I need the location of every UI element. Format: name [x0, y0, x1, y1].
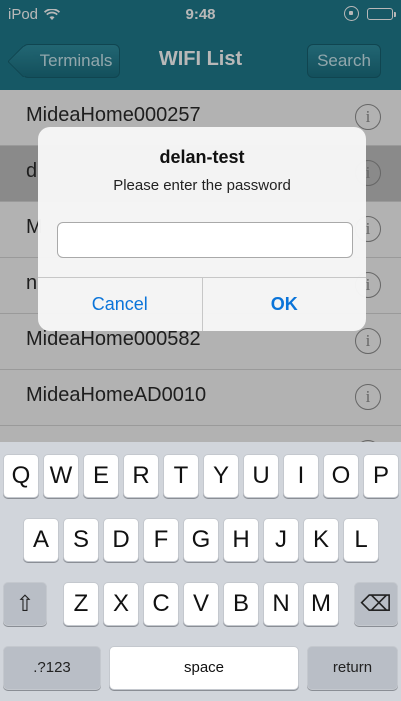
password-alert: delan-test Please enter the password Can… — [38, 127, 366, 331]
key-i[interactable]: I — [283, 454, 319, 498]
key-y[interactable]: Y — [203, 454, 239, 498]
keyboard-row-4: .?123 space return — [0, 646, 401, 690]
ok-button[interactable]: OK — [201, 278, 367, 331]
key-d[interactable]: D — [103, 518, 139, 562]
numbers-key[interactable]: .?123 — [3, 646, 101, 690]
key-g[interactable]: G — [183, 518, 219, 562]
key-w[interactable]: W — [43, 454, 79, 498]
keyboard-row-1: Q W E R T Y U I O P — [0, 454, 401, 498]
alert-title: delan-test — [159, 147, 245, 167]
key-j[interactable]: J — [263, 518, 299, 562]
key-z[interactable]: Z — [63, 582, 99, 626]
key-b[interactable]: B — [223, 582, 259, 626]
password-input[interactable] — [57, 222, 353, 258]
backspace-key-icon[interactable]: ⌫ — [354, 582, 398, 626]
key-v[interactable]: V — [183, 582, 219, 626]
key-m[interactable]: M — [303, 582, 339, 626]
key-s[interactable]: S — [63, 518, 99, 562]
key-l[interactable]: L — [343, 518, 379, 562]
key-t[interactable]: T — [163, 454, 199, 498]
key-r[interactable]: R — [123, 454, 159, 498]
key-x[interactable]: X — [103, 582, 139, 626]
key-h[interactable]: H — [223, 518, 259, 562]
key-u[interactable]: U — [243, 454, 279, 498]
key-a[interactable]: A — [23, 518, 59, 562]
keyboard-row-3: ⇧ Z X C V B N M ⌫ — [0, 582, 401, 626]
key-p[interactable]: P — [363, 454, 399, 498]
key-q[interactable]: Q — [3, 454, 39, 498]
return-key[interactable]: return — [307, 646, 398, 690]
key-e[interactable]: E — [83, 454, 119, 498]
keyboard-row-2: A S D F G H J K L — [0, 518, 401, 562]
keyboard: Q W E R T Y U I O P A S D F G H J K L ⇧ … — [0, 442, 401, 701]
alert-message: Please enter the password — [113, 177, 291, 194]
cancel-button[interactable]: Cancel — [38, 278, 202, 331]
shift-key-icon[interactable]: ⇧ — [3, 582, 47, 626]
key-c[interactable]: C — [143, 582, 179, 626]
key-k[interactable]: K — [303, 518, 339, 562]
key-o[interactable]: O — [323, 454, 359, 498]
key-f[interactable]: F — [143, 518, 179, 562]
alert-buttons: Cancel OK — [38, 277, 366, 331]
key-n[interactable]: N — [263, 582, 299, 626]
space-key[interactable]: space — [109, 646, 299, 690]
